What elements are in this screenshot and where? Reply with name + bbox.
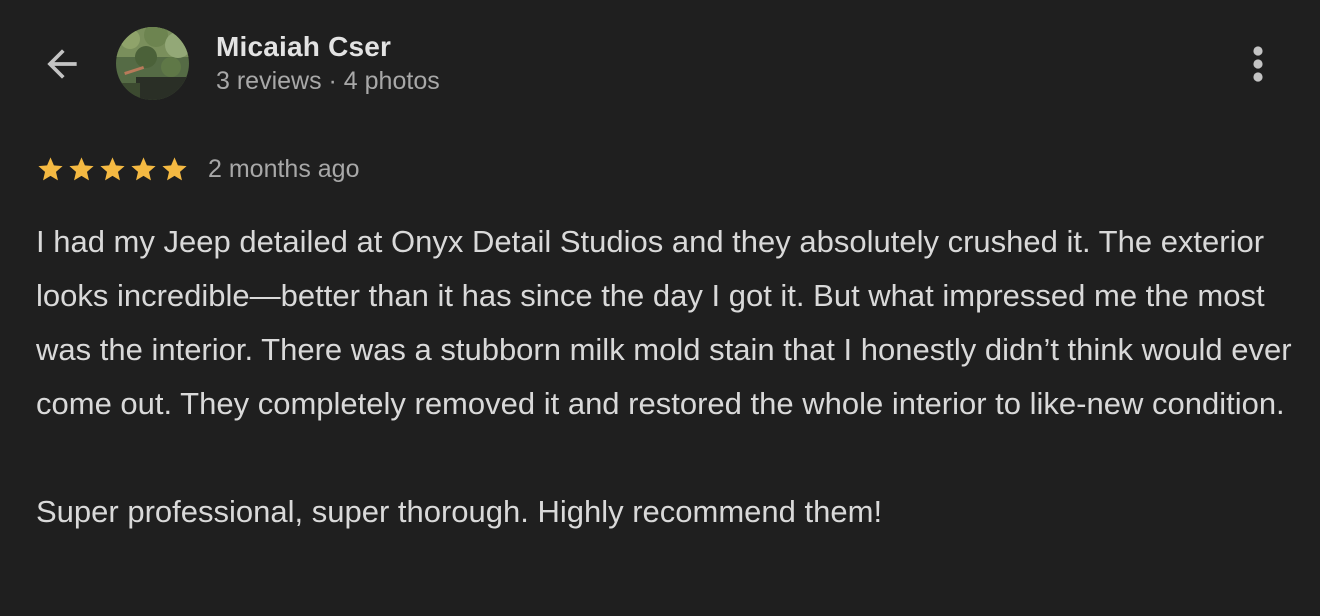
back-arrow-icon: [47, 49, 77, 79]
review-paragraph: I had my Jeep detailed at Onyx Detail St…: [36, 224, 1292, 421]
rating-row: 2 months ago: [36, 152, 360, 186]
reviewer-name[interactable]: Micaiah Cser: [216, 30, 391, 64]
review-text: I had my Jeep detailed at Onyx Detail St…: [36, 215, 1298, 539]
more-options-button[interactable]: [1234, 38, 1282, 90]
star-icon: [69, 156, 94, 180]
more-vert-icon: [1253, 46, 1263, 82]
star-icon: [131, 156, 156, 180]
review-paragraph: Super professional, super thorough. High…: [36, 494, 883, 529]
star-icon: [162, 156, 187, 180]
reviewer-stats: 3 reviews · 4 photos: [216, 67, 440, 95]
star-icon: [38, 156, 63, 180]
avatar-photo: [116, 27, 189, 100]
star-icon: [100, 156, 125, 180]
back-button[interactable]: [38, 40, 86, 88]
review-page: Micaiah Cser 3 reviews · 4 photos 2 mont…: [0, 0, 1320, 616]
review-date: 2 months ago: [208, 154, 360, 183]
avatar[interactable]: [116, 27, 189, 100]
star-rating: [36, 155, 189, 184]
